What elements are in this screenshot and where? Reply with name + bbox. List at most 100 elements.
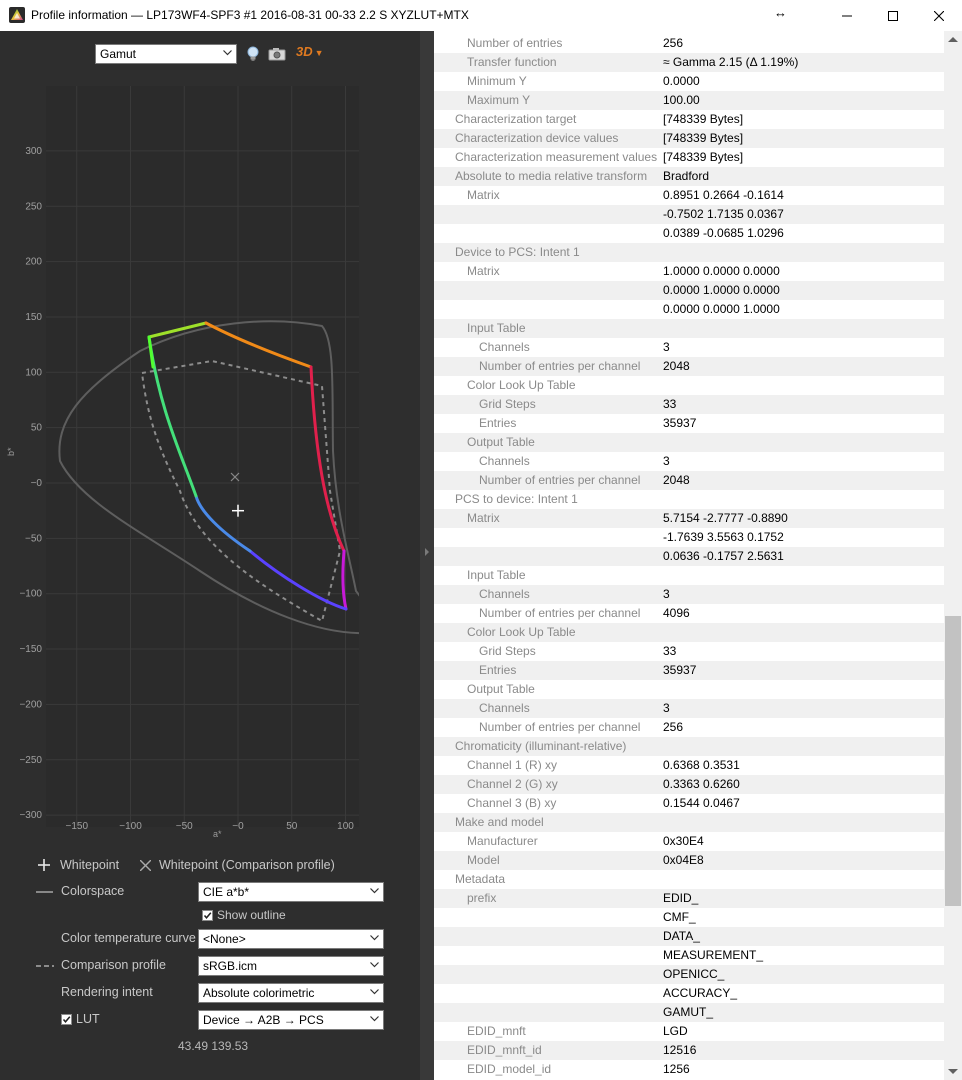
table-row[interactable]: -1.7639 3.5563 0.1752 — [434, 528, 944, 547]
table-row[interactable]: Make and model — [434, 813, 944, 832]
table-row[interactable]: Grid Steps 33 — [434, 642, 944, 661]
vertical-scrollbar[interactable] — [944, 31, 962, 1080]
table-row[interactable]: Color Look Up Table — [434, 376, 944, 395]
check-icon — [203, 912, 212, 919]
table-row[interactable]: EDID_model_id 1256 — [434, 1060, 944, 1079]
scroll-down-icon[interactable] — [948, 1069, 958, 1074]
table-row[interactable]: Model 0x04E8 — [434, 851, 944, 870]
table-row[interactable]: EDID_mnft_id 12516 — [434, 1041, 944, 1060]
table-row[interactable]: OPENICC_ — [434, 965, 944, 984]
table-row[interactable]: Number of entries per channel 4096 — [434, 604, 944, 623]
table-row[interactable]: Matrix 5.7154 -2.7777 -0.8890 — [434, 509, 944, 528]
table-row[interactable]: Input Table — [434, 566, 944, 585]
table-row[interactable]: 0.0389 -0.0685 1.0296 — [434, 224, 944, 243]
row-key: Channels — [479, 454, 530, 468]
table-row[interactable]: Transfer function ≈ Gamma 2.15 (Δ 1.19%) — [434, 53, 944, 72]
table-row[interactable]: Grid Steps 33 — [434, 395, 944, 414]
row-key: Output Table — [467, 435, 535, 449]
table-row[interactable]: Entries 35937 — [434, 414, 944, 433]
table-row[interactable]: Channels 3 — [434, 452, 944, 471]
row-value: MEASUREMENT_ — [663, 948, 764, 962]
table-row[interactable]: CMF_ — [434, 908, 944, 927]
table-row[interactable]: Output Table — [434, 433, 944, 452]
table-row[interactable]: GAMUT_ — [434, 1003, 944, 1022]
row-value: 33 — [663, 397, 677, 411]
y-tick-label: −0 — [31, 478, 43, 489]
table-row[interactable]: Number of entries per channel 2048 — [434, 471, 944, 490]
table-row[interactable]: Device to PCS: Intent 1 — [434, 243, 944, 262]
table-row[interactable]: Manufacturer 0x30E4 — [434, 832, 944, 851]
row-value: 0.0636 -0.1757 2.5631 — [663, 549, 784, 563]
table-row[interactable]: Output Table — [434, 680, 944, 699]
minimize-button[interactable] — [824, 0, 870, 31]
row-key: Channel 2 (G) xy — [467, 777, 558, 791]
row-key: Characterization device values — [455, 131, 619, 145]
table-row[interactable]: Minimum Y 0.0000 — [434, 72, 944, 91]
table-row[interactable]: Matrix 0.8951 0.2664 -0.1614 — [434, 186, 944, 205]
table-row[interactable]: Color Look Up Table — [434, 623, 944, 642]
table-row[interactable]: DATA_ — [434, 927, 944, 946]
table-row[interactable]: Channels 3 — [434, 699, 944, 718]
comparison-profile-select[interactable]: sRGB.icm — [198, 956, 384, 976]
table-row[interactable]: Absolute to media relative transform Brad… — [434, 167, 944, 186]
info-rows: Number of entries 256 Transfer function ≈ G… — [434, 34, 944, 1079]
row-key: Characterization target — [455, 112, 577, 126]
table-row[interactable]: Metadata — [434, 870, 944, 889]
table-row[interactable]: ACCURACY_ — [434, 984, 944, 1003]
table-row[interactable]: PCS to device: Intent 1 — [434, 490, 944, 509]
row-key: PCS to device: Intent 1 — [455, 492, 578, 506]
row-key: Model — [467, 853, 500, 867]
lut-select[interactable]: Device → A2B → PCS — [198, 1010, 384, 1030]
lut-checkbox[interactable] — [61, 1014, 72, 1025]
comparison-dash-swatch — [36, 965, 54, 967]
table-row[interactable]: Characterization target [748339 Bytes] — [434, 110, 944, 129]
table-row[interactable]: Channels 3 — [434, 338, 944, 357]
y-tick-label: 100 — [25, 367, 42, 378]
close-button[interactable] — [916, 0, 962, 31]
colorspace-select[interactable]: CIE a*b* — [198, 882, 384, 902]
row-value: 33 — [663, 644, 677, 658]
scrollbar-thumb[interactable] — [945, 616, 961, 906]
color-temp-select[interactable]: <None> — [198, 929, 384, 949]
table-row[interactable]: Channel 1 (R) xy 0.6368 0.3531 — [434, 756, 944, 775]
table-row[interactable]: Input Table — [434, 319, 944, 338]
row-key: Number of entries per channel — [479, 720, 641, 734]
x-tick-label: −50 — [176, 821, 193, 832]
table-row[interactable]: 0.0000 0.0000 1.0000 — [434, 300, 944, 319]
table-row[interactable]: Number of entries per channel 256 — [434, 718, 944, 737]
table-row[interactable]: Maximum Y 100.00 — [434, 91, 944, 110]
row-key: Transfer function — [467, 55, 557, 69]
rendering-intent-select[interactable]: Absolute colorimetric — [198, 983, 384, 1003]
maximize-button[interactable] — [870, 0, 916, 31]
table-row[interactable]: Characterization measurement values [7483… — [434, 148, 944, 167]
table-row[interactable]: Chromaticity (illuminant-relative) — [434, 737, 944, 756]
table-row[interactable]: 0.0000 1.0000 0.0000 — [434, 281, 944, 300]
table-row[interactable]: Number of entries 256 — [434, 34, 944, 53]
table-row[interactable]: Channels 3 — [434, 585, 944, 604]
show-outline-label: Show outline — [217, 908, 286, 922]
cross-icon — [140, 859, 151, 871]
table-row[interactable]: Characterization device values [748339 By… — [434, 129, 944, 148]
table-row[interactable]: Channel 2 (G) xy 0.3363 0.6260 — [434, 775, 944, 794]
gamut-plot[interactable]: −150 −100 −50 −0 50 100 300 250 200 150 100 50 −0 −50… — [0, 31, 420, 851]
comparison-profile-label: Comparison profile — [61, 958, 166, 972]
lut-value: Device → A2B → PCS — [203, 1013, 324, 1027]
table-row[interactable]: -0.7502 1.7135 0.0367 — [434, 205, 944, 224]
row-value: 12516 — [663, 1043, 697, 1057]
table-row[interactable]: prefix EDID_ — [434, 889, 944, 908]
table-row[interactable]: 0.0636 -0.1757 2.5631 — [434, 547, 944, 566]
table-row[interactable]: Number of entries per channel 2048 — [434, 357, 944, 376]
table-row[interactable]: Entries 35937 — [434, 661, 944, 680]
table-row[interactable]: MEASUREMENT_ — [434, 946, 944, 965]
row-key: Manufacturer — [467, 834, 538, 848]
profile-info-table[interactable]: Number of entries 256 Transfer function ≈ G… — [434, 31, 944, 1080]
y-tick-label: 150 — [25, 312, 42, 323]
table-row[interactable]: Matrix 1.0000 0.0000 0.0000 — [434, 262, 944, 281]
table-row[interactable]: Channel 3 (B) xy 0.1544 0.0467 — [434, 794, 944, 813]
table-row[interactable]: EDID_mnft LGD — [434, 1022, 944, 1041]
colorspace-value: CIE a*b* — [203, 885, 250, 899]
resize-arrows-icon[interactable]: ↔ — [774, 5, 787, 20]
scroll-up-icon[interactable] — [948, 37, 958, 42]
show-outline-checkbox[interactable] — [202, 910, 213, 921]
rendering-intent-value: Absolute colorimetric — [203, 986, 315, 1000]
